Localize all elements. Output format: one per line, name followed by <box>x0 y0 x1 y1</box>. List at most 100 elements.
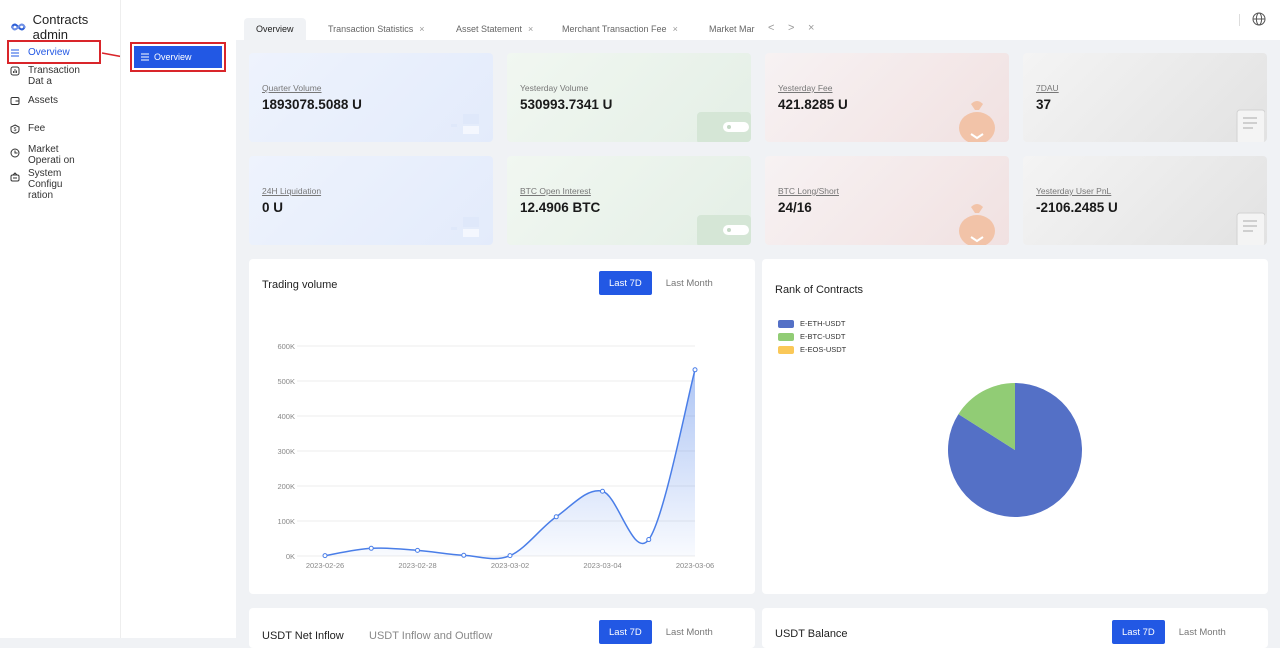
panel-title-inflow-outflow[interactable]: USDT Inflow and Outflow <box>369 630 492 642</box>
last-7d-button[interactable]: Last 7D <box>1112 620 1165 644</box>
stat-label[interactable]: BTC Open Interest <box>520 186 591 196</box>
chart-box-icon <box>10 66 20 76</box>
last-month-button[interactable]: Last Month <box>656 620 723 644</box>
panel-title: USDT Balance <box>775 628 848 640</box>
stat-label: Yesterday Volume <box>520 83 589 93</box>
last-7d-button[interactable]: Last 7D <box>599 620 652 644</box>
tab-label: Overview <box>256 24 294 34</box>
panel-title-net-inflow[interactable]: USDT Net Inflow <box>262 630 344 642</box>
stat-value: 1893078.5088 U <box>262 97 362 112</box>
stat-card-24h-liquidation: 24H Liquidation 0 U <box>249 156 493 245</box>
data-point[interactable] <box>507 553 513 559</box>
tab-overview[interactable]: Overview <box>244 18 306 40</box>
stat-label[interactable]: Quarter Volume <box>262 83 322 93</box>
x-tick-label: 2023-02-28 <box>398 561 436 570</box>
tab-close-all-button[interactable]: × <box>808 22 814 34</box>
tab-prev-button[interactable]: < <box>768 22 774 34</box>
app-title: Contracts admin <box>32 12 89 42</box>
sidebar-item-system-configuration[interactable]: System Configu ration <box>0 165 120 204</box>
data-point[interactable] <box>692 367 698 373</box>
sidebar-menu: Overview Transaction Dat a Assets $ Fee … <box>0 40 120 204</box>
wallet-icon <box>697 112 751 142</box>
sidebar-item-label: System Configu ration <box>28 168 63 201</box>
settings-icon <box>10 172 20 182</box>
document-icon <box>1236 212 1265 245</box>
data-point[interactable] <box>461 552 467 558</box>
tab-label: Asset Statement <box>456 24 523 34</box>
cube-icon <box>451 114 479 134</box>
stat-card-7dau: 7DAU 37 <box>1023 53 1267 142</box>
y-tick-label: 300K <box>277 447 295 456</box>
logo-icon <box>11 23 26 31</box>
stat-label[interactable]: 24H Liquidation <box>262 186 321 196</box>
data-point[interactable] <box>322 553 328 559</box>
sidebar-item-label: Market Operati on <box>28 144 75 166</box>
tab-label: Merchant Transaction Fee <box>562 24 667 34</box>
y-tick-label: 200K <box>277 482 295 491</box>
y-tick-label: 500K <box>277 377 295 386</box>
submenu-item-overview[interactable]: Overview <box>134 46 222 68</box>
globe-icon[interactable] <box>1252 12 1266 26</box>
series-line <box>324 369 696 560</box>
stat-label[interactable]: 7DAU <box>1036 83 1059 93</box>
stat-label[interactable]: Yesterday User PnL <box>1036 186 1111 196</box>
data-point[interactable] <box>600 488 605 494</box>
stat-card-yesterday-user-pnl: Yesterday User PnL -2106.2485 U <box>1023 156 1267 245</box>
rank-pie-chart <box>948 383 1082 517</box>
tab-transaction-statistics[interactable]: Transaction Statistics × <box>316 18 436 40</box>
stat-value: 12.4906 BTC <box>520 200 601 215</box>
divider <box>1239 14 1240 26</box>
y-tick-label: 600K <box>277 342 295 351</box>
svg-text:$: $ <box>14 127 17 133</box>
tab-label: Transaction Statistics <box>328 24 414 34</box>
money-bag-icon <box>959 101 995 142</box>
usdt-net-inflow-panel: USDT Net Inflow USDT Inflow and Outflow … <box>249 608 755 648</box>
data-point[interactable] <box>415 547 420 553</box>
last-month-button[interactable]: Last Month <box>1169 620 1236 644</box>
tab-market-mar[interactable]: Market Mar <box>697 18 761 40</box>
close-icon[interactable]: × <box>528 24 533 34</box>
brand[interactable]: Contracts admin <box>10 12 120 42</box>
sidebar-item-fee[interactable]: $ Fee <box>0 120 120 137</box>
stat-label[interactable]: BTC Long/Short <box>778 186 839 196</box>
x-tick-label: 2023-02-26 <box>306 561 344 570</box>
stat-label[interactable]: Yesterday Fee <box>778 83 833 93</box>
data-point[interactable] <box>553 514 559 520</box>
stat-card-btc-long-short: BTC Long/Short 24/16 <box>765 156 1009 245</box>
tab-merchant-transaction-fee[interactable]: Merchant Transaction Fee × <box>550 18 690 40</box>
stat-value: 24/16 <box>778 200 812 215</box>
y-tick-label: 400K <box>277 412 295 421</box>
y-tick-label: 0K <box>286 552 295 561</box>
rank-of-contracts-panel: Rank of Contracts E-ETH-USDT E-BTC-USDT … <box>762 259 1268 594</box>
tab-next-button[interactable]: > <box>788 22 794 34</box>
sidebar-item-label: Transaction Dat a <box>28 65 80 87</box>
sidebar-item-label: Fee <box>28 123 46 134</box>
sidebar-item-assets[interactable]: Assets <box>0 92 120 109</box>
stat-value: 0 U <box>262 200 284 215</box>
stat-card-btc-open-interest: BTC Open Interest 12.4906 BTC <box>507 156 751 245</box>
close-icon[interactable]: × <box>419 24 424 34</box>
sidebar-item-transaction-data[interactable]: Transaction Dat a <box>0 62 120 90</box>
wallet-icon <box>10 97 20 105</box>
tab-bar: Overview Transaction Statistics × Asset S… <box>236 0 1280 40</box>
stat-value: 37 <box>1036 97 1052 112</box>
data-point[interactable] <box>646 537 652 543</box>
area-fill <box>325 369 695 559</box>
x-tick-label: 2023-03-04 <box>583 561 621 570</box>
data-point[interactable] <box>368 545 374 551</box>
wallet-icon <box>697 215 751 245</box>
close-icon[interactable]: × <box>673 24 678 34</box>
highlight-box <box>7 40 101 64</box>
stat-value: 530993.7341 U <box>520 97 613 112</box>
clock-icon <box>10 148 20 158</box>
tab-label: Market Mar <box>709 24 755 34</box>
range-toggle: Last 7D Last Month <box>1112 620 1236 644</box>
y-tick-label: 100K <box>277 517 295 526</box>
trading-volume-chart: 0K 100K 200K 300K 400K 500K 600K 2023-02-26 2023… <box>277 342 714 570</box>
stat-card-quarter-volume: Quarter Volume 1893078.5088 U <box>249 53 493 142</box>
cube-icon <box>451 217 479 237</box>
submenu-item-label: Overview <box>154 52 192 62</box>
tab-asset-statement[interactable]: Asset Statement × <box>444 18 545 40</box>
x-tick-label: 2023-03-06 <box>676 561 714 570</box>
menu-icon <box>141 53 149 61</box>
